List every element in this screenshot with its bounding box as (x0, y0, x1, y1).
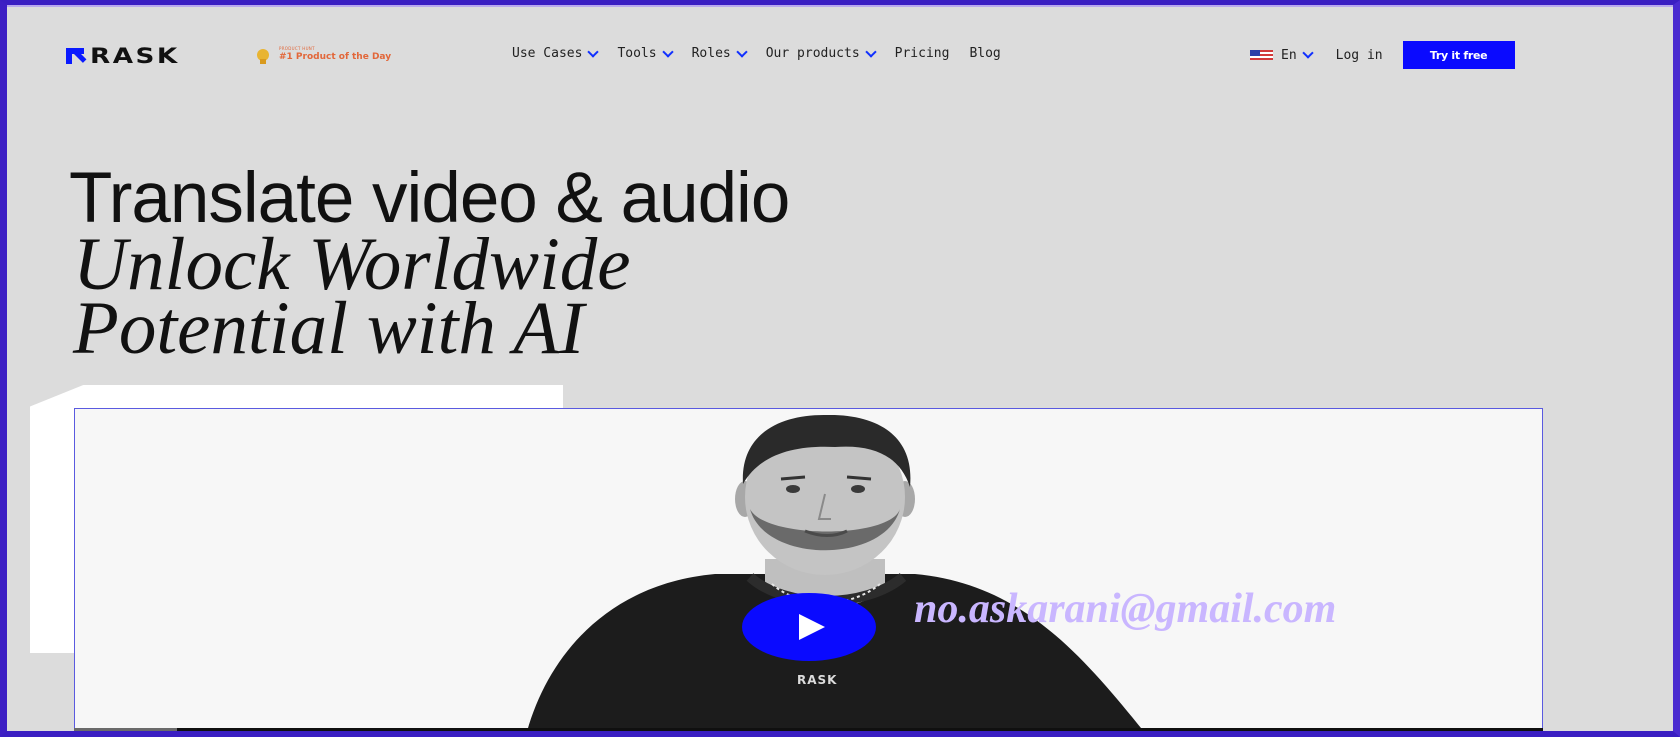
right-navigation: En Log in Try it free (1250, 41, 1515, 69)
badge-main-text: #1 Product of the Day (279, 52, 392, 62)
menu-blog-label: Blog (969, 46, 1001, 61)
chevron-down-icon (864, 45, 877, 58)
menu-use-cases-label: Use Cases (512, 46, 583, 61)
menu-use-cases[interactable]: Use Cases (512, 45, 600, 61)
badge-top-text: PRODUCT HUNT (279, 46, 315, 51)
medal-icon (257, 48, 269, 64)
badge-text: PRODUCT HUNT #1 Product of the Day (279, 47, 391, 62)
menu-tools-label: Tools (617, 46, 657, 61)
language-label: En (1281, 47, 1297, 63)
video-progress-fill (74, 728, 177, 731)
page-frame: RASK PRODUCT HUNT #1 Product of the Day … (0, 0, 1680, 737)
menu-tools[interactable]: Tools (617, 45, 674, 61)
menu-our-products[interactable]: Our products (765, 45, 877, 61)
chevron-down-icon (1301, 47, 1314, 59)
login-link[interactable]: Log in (1336, 48, 1383, 63)
logo-text: RASK (90, 44, 180, 68)
video-progress-bar[interactable] (74, 728, 1543, 731)
try-it-free-button[interactable]: Try it free (1402, 41, 1515, 69)
product-hunt-badge[interactable]: PRODUCT HUNT #1 Product of the Day (257, 47, 391, 64)
video-player[interactable] (74, 408, 1543, 731)
flag-us-icon (1250, 50, 1273, 60)
brand-logo[interactable]: RASK (66, 44, 177, 68)
main-menu: Use Cases Tools Roles Our products Prici… (512, 45, 1021, 61)
menu-blog[interactable]: Blog (969, 46, 1000, 61)
logo-icon (66, 48, 87, 64)
chevron-down-icon (661, 45, 674, 58)
presenter-image (527, 414, 1144, 731)
top-navigation: RASK PRODUCT HUNT #1 Product of the Day … (7, 35, 1673, 75)
menu-roles[interactable]: Roles (691, 45, 748, 61)
menu-roles-label: Roles (691, 46, 731, 61)
play-icon (798, 614, 825, 640)
chevron-down-icon (587, 45, 600, 58)
hero-title-line3: Potential with AI (73, 287, 585, 370)
menu-pricing[interactable]: Pricing (895, 46, 950, 61)
menu-pricing-label: Pricing (894, 46, 950, 61)
language-selector[interactable]: En (1281, 47, 1314, 63)
email-watermark: no.askarani@gmail.com (914, 586, 1337, 632)
play-button[interactable] (742, 593, 876, 661)
chevron-down-icon (736, 45, 748, 58)
shirt-logo-text: RASK (797, 673, 838, 687)
menu-our-products-label: Our products (765, 46, 860, 61)
top-border-line (7, 5, 1673, 7)
